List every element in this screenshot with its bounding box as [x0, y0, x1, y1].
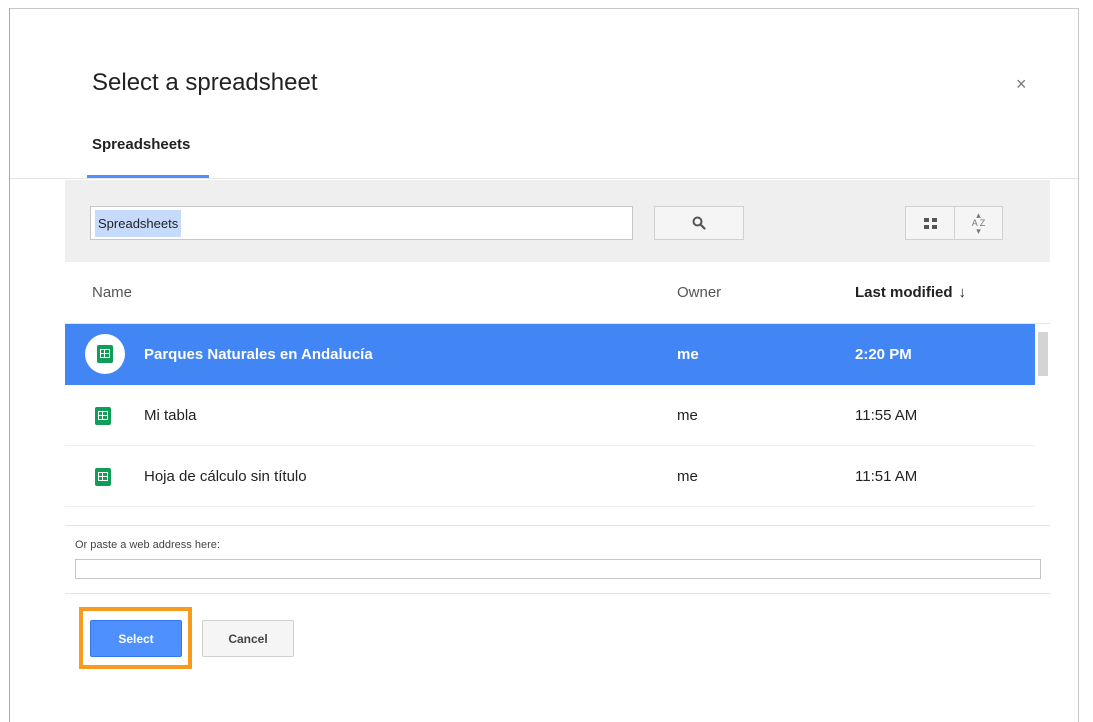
column-header-owner[interactable]: Owner: [677, 284, 721, 301]
spreadsheet-icon-wrap: [85, 334, 125, 374]
tab-spreadsheets[interactable]: Spreadsheets: [92, 136, 190, 153]
spreadsheet-icon: [94, 467, 111, 486]
cancel-button[interactable]: Cancel: [202, 620, 294, 657]
search-button[interactable]: [654, 206, 744, 240]
file-owner: me: [677, 407, 698, 424]
file-modified: 2:20 PM: [855, 346, 912, 363]
grid-view-icon: [923, 217, 937, 229]
close-icon[interactable]: ×: [1016, 75, 1027, 93]
search-input[interactable]: Spreadsheets: [90, 206, 633, 240]
grid-view-button[interactable]: [905, 206, 955, 240]
dialog-title: Select a spreadsheet: [92, 69, 318, 96]
picker-dialog: Select a spreadsheet × Spreadsheets Spre…: [9, 8, 1079, 722]
spreadsheet-icon-wrap: [84, 397, 121, 434]
table-row[interactable]: Mi tabla me 11:55 AM: [65, 385, 1035, 446]
file-name: Hoja de cálculo sin título: [144, 468, 307, 485]
sort-button[interactable]: ▴ A Z ▾: [955, 206, 1003, 240]
column-header-last-modified[interactable]: Last modified ↓: [855, 284, 966, 301]
file-owner: me: [677, 468, 698, 485]
list-divider: [65, 525, 1050, 526]
spreadsheet-icon: [97, 345, 113, 363]
sort-down-arrow-icon: ↓: [958, 284, 967, 301]
tab-divider: [10, 178, 1078, 179]
paste-url-label: Or paste a web address here:: [75, 539, 220, 551]
file-owner: me: [677, 346, 699, 363]
search-input-value: Spreadsheets: [95, 209, 182, 237]
toolbar: Spreadsheets ▴ A Z ▾: [65, 180, 1050, 262]
footer-divider: [65, 593, 1050, 594]
table-row[interactable]: Hoja de cálculo sin título me 11:51 AM: [65, 446, 1035, 507]
file-name: Mi tabla: [144, 407, 197, 424]
select-button[interactable]: Select: [90, 620, 182, 657]
file-modified: 11:55 AM: [855, 407, 918, 424]
file-modified: 11:51 AM: [855, 468, 918, 485]
column-header-last-modified-label: Last modified: [855, 284, 953, 301]
table-header: Name Owner Last modified ↓: [65, 262, 1050, 324]
paste-url-input[interactable]: [75, 559, 1041, 579]
search-icon: [692, 216, 706, 230]
table-row[interactable]: Parques Naturales en Andalucía me 2:20 P…: [65, 324, 1035, 385]
list-scrollbar[interactable]: [1038, 332, 1048, 376]
spreadsheet-icon: [94, 406, 111, 425]
column-header-name[interactable]: Name: [92, 284, 132, 301]
file-name: Parques Naturales en Andalucía: [144, 346, 373, 363]
spreadsheet-icon-wrap: [84, 458, 121, 495]
sort-az-icon: ▴ A Z ▾: [971, 210, 986, 236]
file-list: Parques Naturales en Andalucía me 2:20 P…: [65, 324, 1035, 507]
